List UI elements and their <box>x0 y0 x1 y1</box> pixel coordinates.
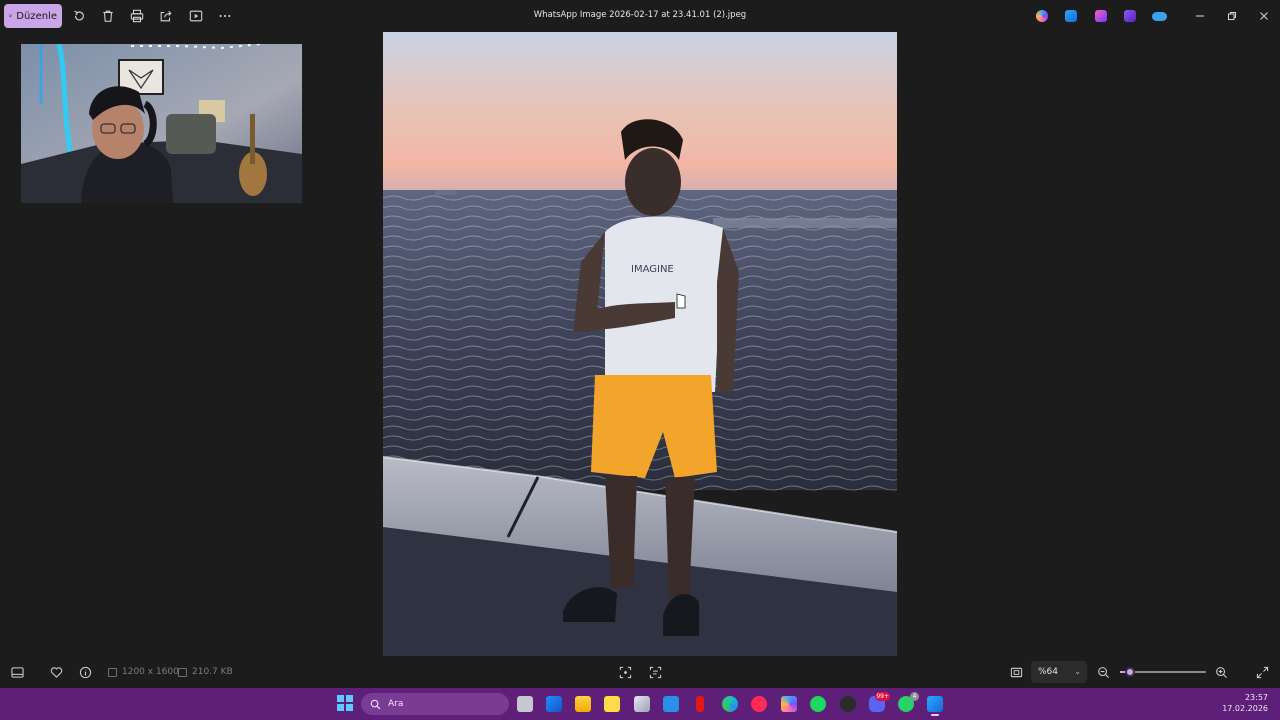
clock-date: 17.02.2026 <box>1222 704 1268 713</box>
minimize-button[interactable] <box>1193 9 1207 23</box>
opera-icon[interactable] <box>751 696 767 712</box>
file-size-text: 210.7 KB <box>192 667 233 677</box>
chevron-down-icon: ⌄ <box>1074 667 1081 676</box>
video-editor-icon[interactable] <box>1124 10 1136 22</box>
zoom-in-icon[interactable] <box>1214 665 1228 679</box>
windows-logo-pane <box>346 704 353 711</box>
system-clock[interactable]: 23:57 17.02.2026 <box>1212 692 1268 714</box>
main-photo[interactable]: IMAGINE <box>383 32 897 656</box>
photos-taskbar-icon[interactable] <box>927 696 943 716</box>
search-icon <box>370 699 381 709</box>
discord-badge: 99+ <box>875 692 890 701</box>
fit-to-window-icon[interactable] <box>1009 665 1023 679</box>
dimensions-icon <box>108 667 117 677</box>
onedrive-icon[interactable] <box>1152 12 1167 21</box>
svg-text:IMAGINE: IMAGINE <box>631 264 674 275</box>
favorite-icon[interactable] <box>49 665 63 679</box>
windows-logo-pane <box>346 695 353 702</box>
taskbar-search[interactable]: Ara <box>361 693 509 715</box>
filmstrip-icon[interactable] <box>10 665 24 679</box>
zoom-slider[interactable] <box>1120 667 1206 677</box>
store-icon[interactable] <box>634 696 650 712</box>
task-view-icon[interactable] <box>517 696 533 712</box>
search-placeholder: Ara <box>388 699 404 709</box>
windows-logo-pane <box>337 704 344 711</box>
image-dimensions: 1200 x 1600 <box>108 667 179 677</box>
copilot-taskbar-icon[interactable] <box>781 696 797 712</box>
spotify-icon[interactable] <box>810 696 826 712</box>
fullscreen-icon[interactable] <box>1255 665 1269 679</box>
info-icon[interactable] <box>78 665 92 679</box>
vscode-icon[interactable] <box>663 696 679 712</box>
whatsapp-icon[interactable]: 4 <box>898 692 919 712</box>
copilot-icon[interactable] <box>1036 10 1048 22</box>
flag-app-icon[interactable] <box>696 696 704 712</box>
outlook-icon[interactable] <box>546 696 562 712</box>
start-button[interactable] <box>337 695 353 711</box>
close-button[interactable] <box>1257 9 1271 23</box>
whatsapp-badge: 4 <box>910 692 919 701</box>
zoom-level-text: %64 <box>1038 667 1059 677</box>
clipchamp-icon[interactable] <box>1095 10 1107 22</box>
window-title: WhatsApp Image 2026-02-17 at 23.41.01 (2… <box>533 10 747 20</box>
zoom-out-icon[interactable] <box>1096 665 1110 679</box>
file-size: 210.7 KB <box>178 667 233 677</box>
crop-view-icon[interactable] <box>618 665 632 679</box>
zoom-level-dropdown[interactable]: %64 ⌄ <box>1031 661 1087 683</box>
edge-icon[interactable] <box>722 696 738 712</box>
visual-search-icon[interactable] <box>648 665 662 679</box>
restore-button[interactable] <box>1225 9 1239 23</box>
photos-icon[interactable] <box>1065 10 1077 22</box>
webcam-overlay <box>21 44 302 203</box>
windows-logo-pane <box>337 695 344 702</box>
title-bar: Düzenle WhatsApp Image 2026-02-17 at 23.… <box>0 0 1280 32</box>
chrome-dev-icon[interactable] <box>840 696 856 712</box>
discord-icon[interactable]: 99+ <box>869 692 890 712</box>
file-explorer-icon[interactable] <box>575 696 591 712</box>
dimensions-text: 1200 x 1600 <box>122 667 179 677</box>
photos-app-window: Düzenle WhatsApp Image 2026-02-17 at 23.… <box>0 0 1280 688</box>
file-size-icon <box>178 667 187 677</box>
clock-time: 23:57 <box>1244 693 1268 702</box>
sticky-notes-icon[interactable] <box>604 696 620 712</box>
